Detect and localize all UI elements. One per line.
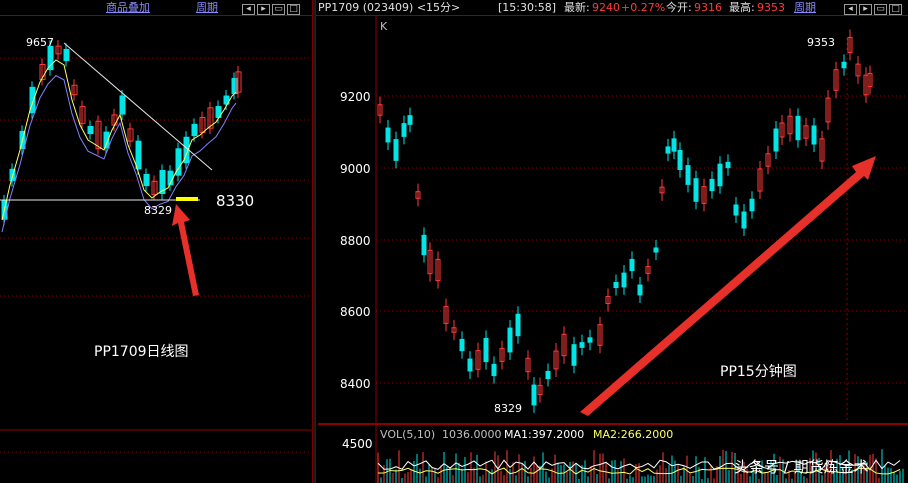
candle-body [587,337,593,343]
candle-body [119,95,126,115]
volume-title: VOL(5,10) [380,428,435,441]
candle-body [531,384,537,406]
candle-body [385,127,391,143]
candle-body [621,272,627,288]
volume-axis-label: 4500 [342,437,373,451]
candle-body [143,173,150,187]
high-price-label: 9353 [807,36,835,49]
candle-body [665,146,671,154]
candle-body [401,123,407,137]
candle-body [733,204,739,216]
low-price-label: 8329 [144,204,172,217]
daily-chart-panel[interactable]: 商品叠加 周期 ◂ ▸ ▭ □ 9657 8329 8330 PP1709日线图 [0,0,312,483]
candle-body [491,363,497,377]
intraday-chart-panel[interactable]: PP1709 (023409) <15分> [15:30:58] 最新: 924… [316,0,908,483]
candle-body [841,61,847,69]
candle-body [637,284,643,296]
volume-ma2: MA2:266.2000 [593,428,673,441]
candle-body [709,178,715,192]
volume-value: 1036.0000 [442,428,502,441]
candle-body [685,165,691,185]
low-highlight-marker [176,197,198,201]
candle-body [135,140,142,170]
daily-chart-caption: PP1709日线图 [94,344,189,360]
candle-body [795,115,801,141]
up-arrow-icon [172,204,199,296]
candle-body [63,48,70,62]
candle-body [773,128,779,152]
candle-body [811,125,817,145]
candle-body [629,258,635,272]
candle-body [571,344,577,366]
candle-body [613,281,619,289]
candle-body [407,115,413,125]
candle-body [459,338,465,352]
price-axis-label: 8800 [340,234,371,248]
intraday-chart-caption: PP15分钟图 [720,363,797,380]
low-price-label: 8329 [494,402,522,415]
candle-body [579,342,585,348]
price-axis-label: 8400 [340,377,371,391]
candle-body [393,139,399,161]
candle-body [671,138,677,152]
candle-body [507,327,513,353]
candle-body [421,234,427,256]
candle-body [741,211,747,229]
candle-body [467,358,473,372]
price-axis-label: 9200 [340,90,371,104]
candle-body [87,125,94,135]
daily-candlestick-chart[interactable]: 9657 8329 8330 PP1709日线图 [0,0,312,483]
candle-body [749,198,755,212]
ma2-line [1,75,237,233]
intraday-candlestick-chart[interactable]: 9200 9000 8800 8600 8400 K 9353 8329 PP15分钟图… [316,0,908,483]
volume-ma1: MA1:397.2000 [504,428,584,441]
candle-body [653,247,659,253]
ma1-line [1,59,237,221]
candle-body [483,337,489,363]
candle-body [191,123,198,137]
price-axis-label: 8600 [340,305,371,319]
candle-body [677,149,683,171]
candle-body [545,370,551,380]
watermark-text: 头条号 / 期货炼金术 [734,458,869,476]
price-axis-label: 9000 [340,162,371,176]
chart-type-label: K [380,20,388,33]
high-price-label: 9657 [26,36,54,49]
candle-body [725,161,731,169]
candle-body [717,163,723,187]
candle-body [515,313,521,337]
candle-body [693,178,699,202]
low-annotation-text: 8330 [216,192,254,210]
